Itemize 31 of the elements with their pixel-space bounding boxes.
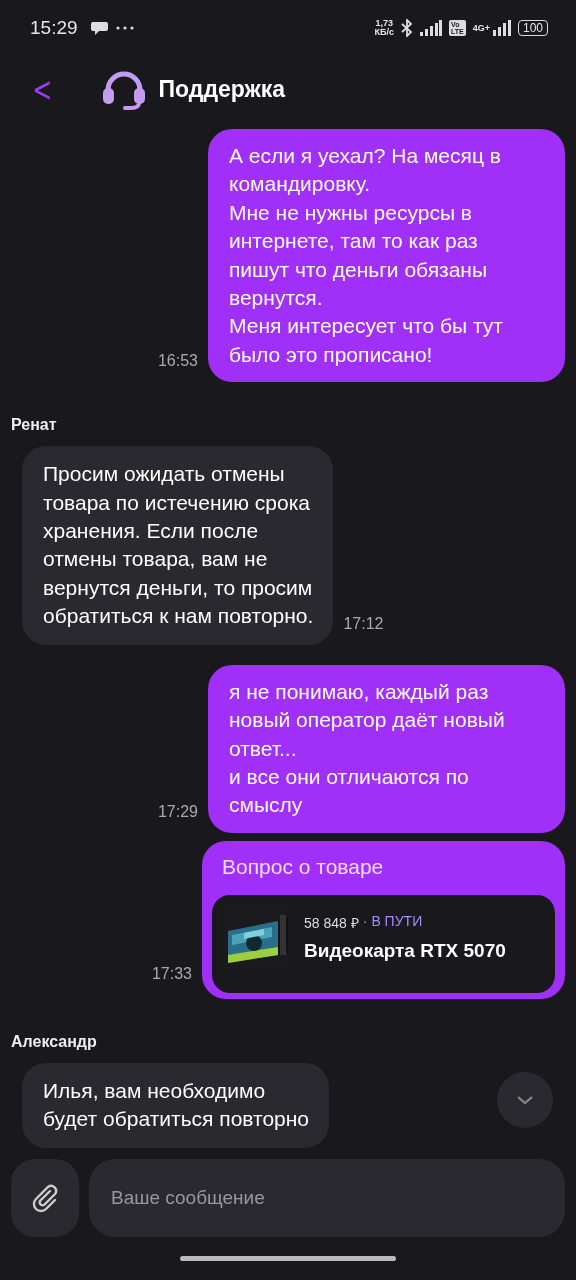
message-time: 17:33 — [151, 964, 192, 983]
outgoing-message: А если я уехал? На месяц в командировку. Мне не нужны ресурсы в интернете, там то как раз пишут что деньги обязаны вернутся. Меня интересует что бы тут было это прописано! — [208, 129, 565, 383]
message-input[interactable]: Ваше сообщение — [89, 1159, 565, 1237]
product-name: Видеокарта RTX 5070 — [304, 940, 506, 963]
message-time: 16:53 — [157, 352, 198, 371]
incoming-message: Просим ожидать отмены товара по истечению срока хранения. Если после отмены товара, вам не вернутся деньги, то просим обратиться к нам повторно. — [22, 446, 334, 645]
product-question-title: Вопрос о товаре — [221, 854, 385, 879]
bluetooth-icon — [401, 18, 413, 37]
signal-icon — [420, 19, 442, 36]
product-price: 58 848 ₽ — [304, 914, 359, 933]
status-time: 15:29 — [30, 16, 78, 39]
battery-level: 100 — [517, 19, 548, 36]
sender-name: Александр — [11, 1032, 98, 1051]
message-time: 17:12 — [343, 614, 384, 633]
message-time: 17:29 — [157, 802, 198, 821]
incoming-message: Илья, вам необходимо будет обратиться повторно — [22, 1062, 330, 1148]
back-button[interactable]: < — [29, 69, 56, 109]
signal-icon — [492, 19, 511, 36]
chat-bubble-icon — [90, 19, 109, 36]
sender-name: Ренат — [11, 416, 58, 435]
outgoing-message: я не понимаю, каждый раз новый оператор даёт новый ответ... и все они отличаются по смыслу — [208, 664, 565, 833]
network-speed: 1,73 КБ/с — [374, 18, 394, 37]
chevron-down-icon — [516, 1095, 534, 1105]
product-card[interactable]: 58 848 ₽ · В ПУТИ Видеокарта RTX 5070 — [212, 894, 555, 993]
network-type: 4G+ — [472, 22, 490, 33]
delivery-status: В ПУТИ — [371, 913, 423, 932]
chat-title: Поддержка — [158, 75, 286, 103]
more-icon — [115, 25, 134, 30]
separator-dot: · — [362, 913, 368, 932]
attach-button[interactable] — [11, 1159, 79, 1237]
paperclip-icon — [30, 1183, 60, 1213]
